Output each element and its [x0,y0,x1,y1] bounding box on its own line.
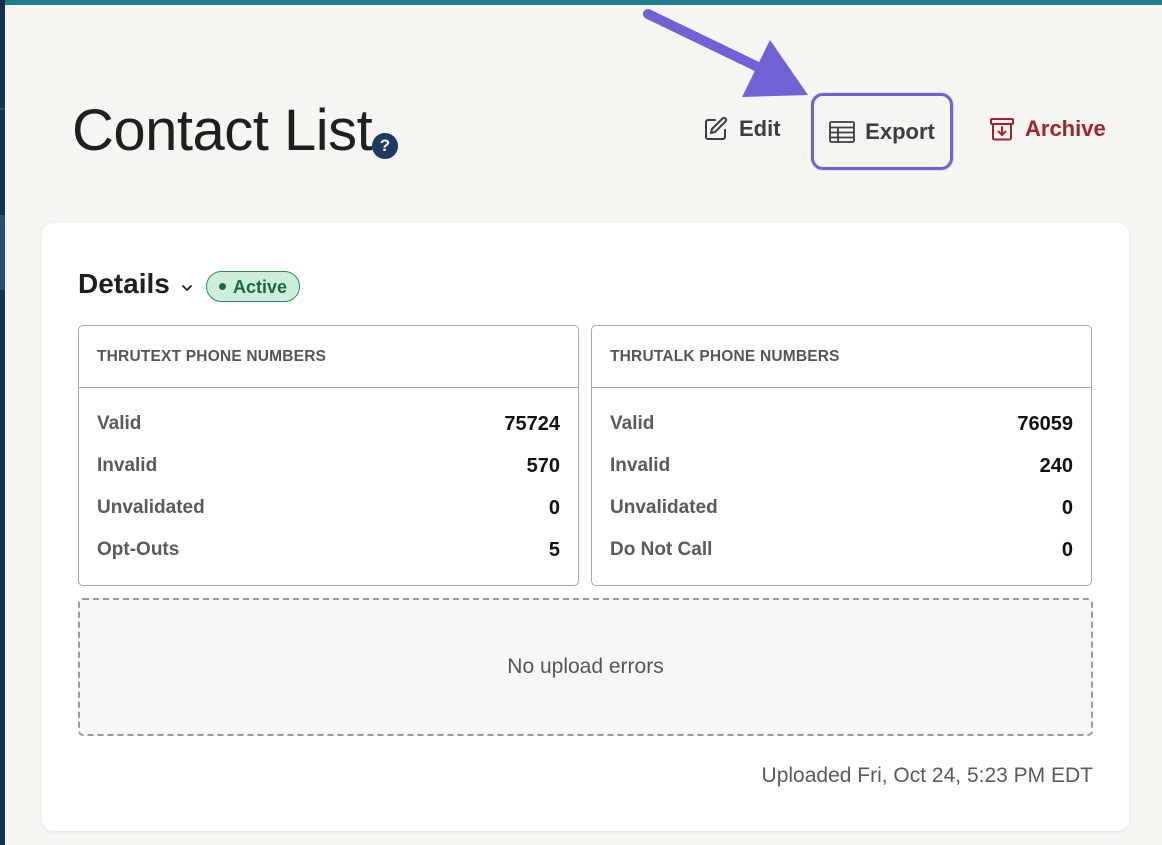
table-icon [829,120,856,143]
export-button-label: Export [865,118,935,144]
panel-header: THRUTEXT PHONE NUMBERS [79,326,578,388]
edit-button-label: Edit [739,116,781,141]
uploaded-timestamp: Uploaded Fri, Oct 24, 5:23 PM EDT [761,764,1093,787]
stat-value: 76059 [1017,412,1073,435]
upload-errors-box: No upload errors [78,598,1093,736]
stat-label: Valid [610,413,655,434]
stat-label: Opt-Outs [97,539,180,560]
stat-row: Invalid 240 [610,451,1073,481]
status-badge-label: Active [233,276,288,297]
left-nav-rail [0,0,5,845]
stat-row: Valid 75724 [97,409,560,439]
edit-button[interactable]: Edit [703,116,781,142]
details-title[interactable]: Details [78,268,170,300]
export-button[interactable]: Export [811,93,953,170]
status-dot-icon [219,283,226,290]
panel-header: THRUTALK PHONE NUMBERS [592,326,1091,388]
archive-box-icon [989,116,1015,142]
pencil-square-icon [703,116,729,142]
archive-button[interactable]: Archive [989,116,1106,142]
stat-row: Unvalidated 0 [97,493,560,523]
stat-value: 570 [526,454,560,477]
stat-row: Valid 76059 [610,409,1073,439]
stat-label: Valid [97,413,142,434]
stat-label: Invalid [610,455,671,476]
stat-value: 75724 [504,412,560,435]
stat-label: Unvalidated [610,497,718,518]
stat-row: Do Not Call 0 [610,535,1073,565]
stat-row: Unvalidated 0 [610,493,1073,523]
stat-value: 240 [1039,454,1073,477]
arrow-annotation [643,9,808,97]
stat-label: Do Not Call [610,539,713,560]
stat-row: Opt-Outs 5 [97,535,560,565]
stat-label: Unvalidated [97,497,205,518]
chevron-down-icon[interactable] [181,280,193,298]
question-circle-icon[interactable]: ? [372,133,398,159]
stat-label: Invalid [97,455,158,476]
stat-value: 0 [548,496,560,519]
stat-value: 0 [1061,496,1073,519]
page-title: Contact List [72,98,373,163]
stat-value: 5 [548,538,560,561]
top-accent-border [0,0,1162,5]
upload-errors-text: No upload errors [507,655,664,678]
thrutalk-panel: THRUTALK PHONE NUMBERS Valid 76059 Inval… [591,325,1092,586]
stat-row: Invalid 570 [97,451,560,481]
status-badge: Active [206,271,301,302]
archive-button-label: Archive [1025,116,1106,141]
stat-value: 0 [1061,538,1073,561]
thrutext-panel: THRUTEXT PHONE NUMBERS Valid 75724 Inval… [78,325,579,586]
